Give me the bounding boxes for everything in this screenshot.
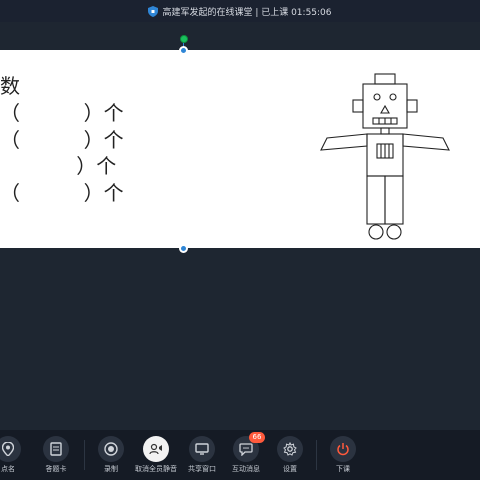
slide-text-line-3: （ ）个 [0,128,124,152]
interactive-messages-label: 互动消息 [232,465,260,473]
answer-card-label: 答题卡 [45,465,67,473]
resize-handle-bottom[interactable] [179,244,188,253]
end-class-label: 下课 [336,465,350,473]
roll-call-button[interactable]: 点名 [0,436,31,474]
answer-card-icon [43,436,69,462]
record-button[interactable]: 录制 [88,436,134,474]
gear-icon [277,436,303,462]
unmute-all-icon [143,436,169,462]
title-bar: 高建军发起的在线课堂 | 已上课 01:55:06 [0,0,480,22]
rotate-handle[interactable] [180,35,188,43]
message-count-badge: 66 [249,432,265,443]
slide-text-line-4: ）个 [0,154,117,178]
share-window-button[interactable]: 共享窗口 [179,436,225,474]
slide-text-line-2: （ ）个 [0,101,124,125]
classroom-toolbar: 点名 答题卡 录制 取消全员静音 共享窗口 66 互动消息 设置 下课 [0,430,480,480]
share-window-label: 共享窗口 [188,465,216,473]
toolbar-divider [84,440,85,470]
unmute-all-label: 取消全员静音 [135,465,177,473]
settings-button[interactable]: 设置 [267,436,313,474]
unmute-all-button[interactable]: 取消全员静音 [133,436,179,474]
slide-text-line-5: （ ）个 [0,181,124,205]
answer-card-button[interactable]: 答题卡 [33,436,79,474]
record-icon [98,436,124,462]
roll-call-label: 点名 [1,465,15,473]
interactive-messages-button[interactable]: 66 互动消息 [223,432,269,474]
toolbar-divider [316,440,317,470]
chat-bubble-icon: 66 [233,432,265,462]
power-icon [330,436,356,462]
end-class-button[interactable]: 下课 [320,436,366,474]
shield-icon [148,5,159,17]
resize-handle-top[interactable] [179,46,188,55]
share-window-icon [189,436,215,462]
location-pin-icon [0,436,21,462]
record-label: 录制 [104,465,118,473]
classroom-title: 高建军发起的在线课堂 | 已上课 01:55:06 [162,7,332,18]
slide-text-line-1: 数 [0,74,20,98]
settings-label: 设置 [283,465,297,473]
robot-figure [320,73,450,240]
